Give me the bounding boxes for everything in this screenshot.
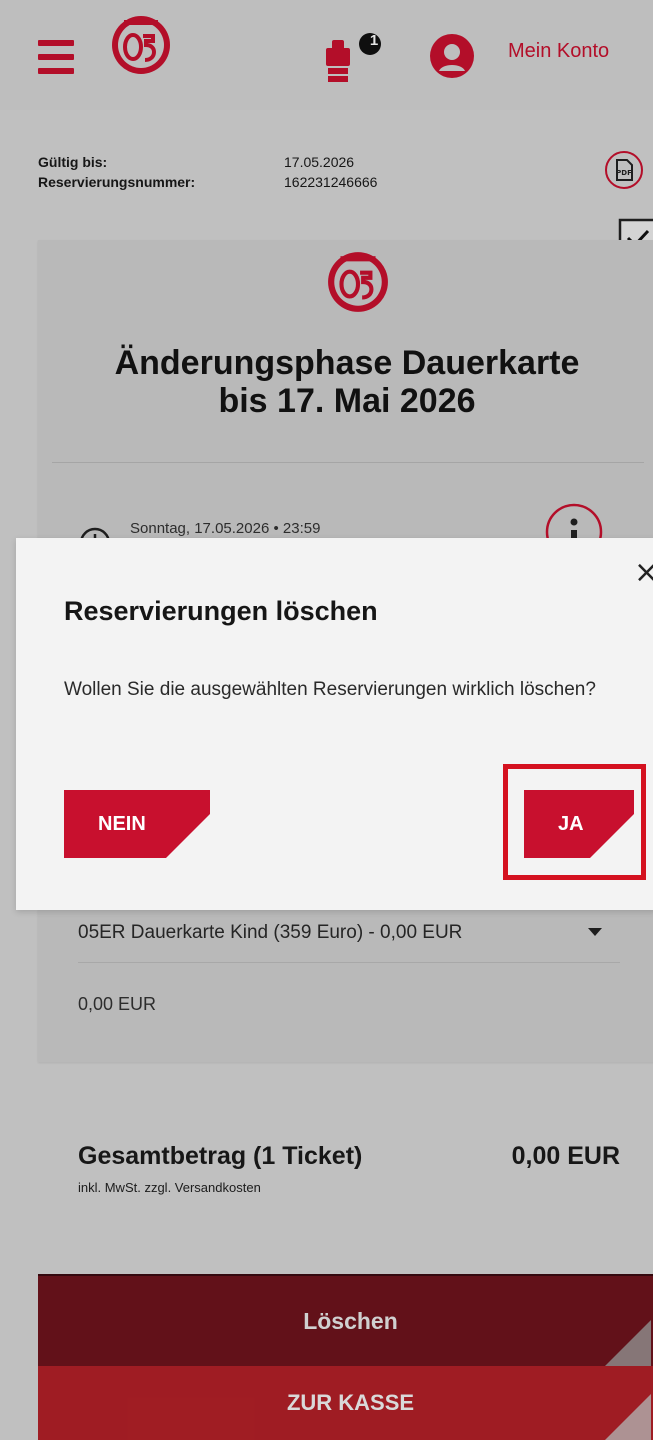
page: 1 Mein Konto Gültig bis: 17.05.2026 Rese…	[0, 0, 653, 1440]
close-icon[interactable]: ×	[634, 558, 653, 588]
no-button[interactable]: NEIN	[64, 790, 210, 858]
no-button-label: NEIN	[98, 813, 146, 835]
dialog-title: Reservierungen löschen	[64, 596, 378, 626]
dialog-message: Wollen Sie die ausgewählten Reservierung…	[64, 679, 596, 700]
delete-reservations-dialog: × Reservierungen löschen Wollen Sie die …	[16, 538, 653, 910]
yes-button-highlight	[503, 764, 646, 880]
